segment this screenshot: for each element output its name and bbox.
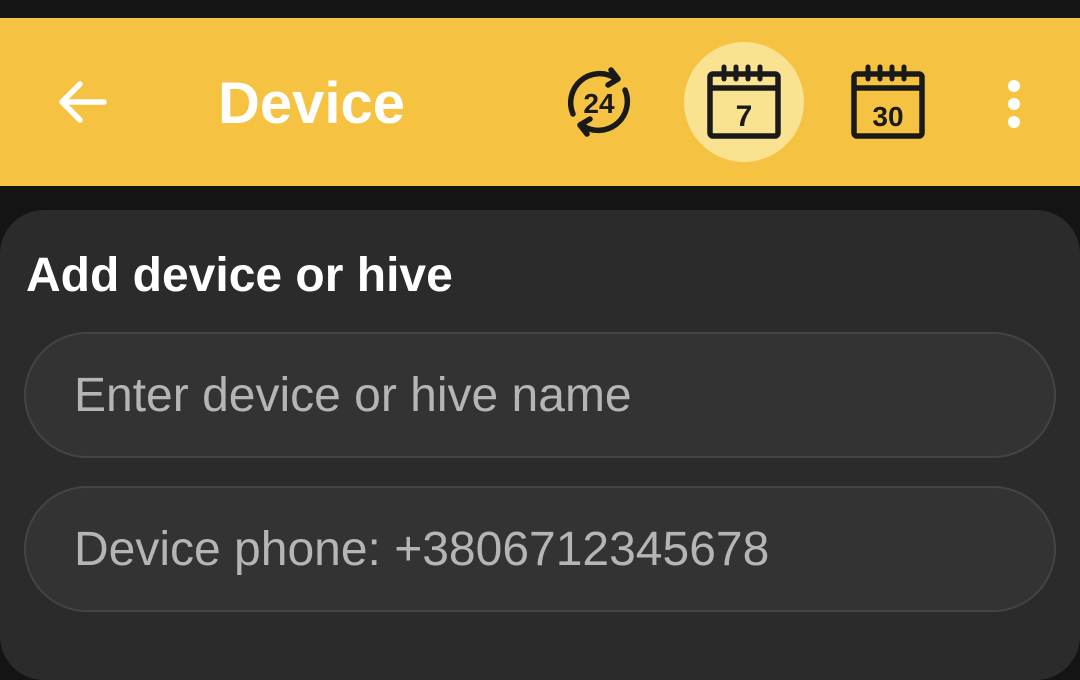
range-24h-label: 24 — [583, 88, 615, 119]
range-7d-button[interactable]: 7 — [684, 42, 804, 162]
page-title: Device — [218, 71, 406, 136]
device-name-input[interactable] — [24, 332, 1056, 458]
range-24h-button[interactable]: 24 — [539, 42, 659, 162]
back-button[interactable] — [40, 62, 124, 146]
add-device-card: Add device or hive — [0, 210, 1080, 680]
calendar-7-icon: 7 — [707, 64, 781, 139]
more-vertical-icon — [1008, 80, 1020, 128]
range-30d-label: 30 — [872, 101, 903, 132]
device-phone-input[interactable] — [24, 486, 1056, 612]
refresh-24h-icon: 24 — [567, 67, 631, 137]
arrow-left-icon — [54, 74, 110, 135]
app-bar: Device 24 7 30 — [0, 18, 1080, 186]
overflow-menu-button[interactable] — [984, 62, 1044, 146]
section-heading: Add device or hive — [26, 249, 453, 302]
calendar-30-icon: 30 — [851, 64, 925, 139]
range-30d-button[interactable]: 30 — [828, 42, 948, 162]
status-bar — [0, 0, 1080, 18]
range-7d-label: 7 — [736, 100, 753, 133]
